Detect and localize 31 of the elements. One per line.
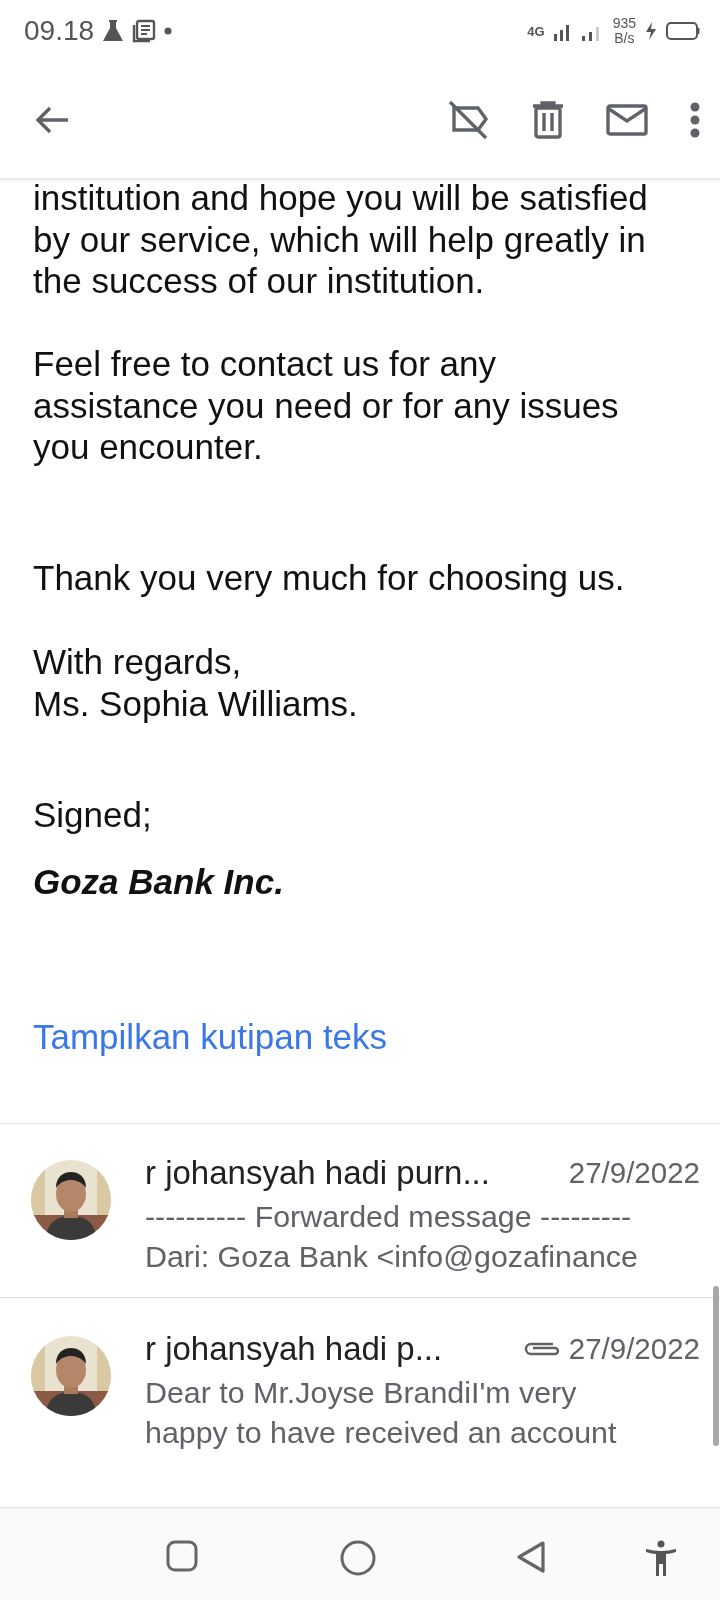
- sender-name: r johansyah hadi p...: [145, 1329, 444, 1368]
- body-text: Feel free to contact us for any assistance you need or for any issues you encounter.: [33, 343, 619, 468]
- body-text: With regards, Ms. Sophia Williams.: [33, 641, 358, 724]
- network-speed: 935: [612, 16, 636, 31]
- message-snippet: ---------- Forwarded message --------- Dari: Goza Bank <info@gozafinance: [145, 1197, 639, 1275]
- dot-icon: [164, 27, 173, 35]
- charging-icon: [644, 21, 658, 41]
- body-text: Thank you very much for choosing us.: [33, 556, 625, 598]
- back-icon[interactable]: [516, 1540, 548, 1574]
- body-text: Signed;: [33, 794, 152, 836]
- flask-icon: [102, 19, 125, 43]
- home-icon[interactable]: [340, 1540, 376, 1576]
- mail-icon[interactable]: [606, 104, 648, 136]
- message-date: 27/9/2022: [568, 1155, 700, 1190]
- sender-name: r johansyah hadi purn...: [145, 1153, 491, 1192]
- message-snippet: Dear to Mr.Joyse BrandiI'm very happy to have received an account: [145, 1373, 618, 1451]
- delete-icon[interactable]: [532, 101, 564, 139]
- battery-icon: [666, 22, 700, 40]
- network-type: 4G: [527, 24, 545, 38]
- label-off-icon[interactable]: [448, 100, 490, 140]
- news-icon: [132, 19, 157, 43]
- recents-icon[interactable]: [166, 1540, 198, 1572]
- show-quoted-text-link[interactable]: Tampilkan kutipan teks: [33, 1010, 388, 1063]
- body-text: institution and hope you will be satisfied by our service, which will help greatly in the success of our institution.: [33, 177, 648, 302]
- accessibility-icon[interactable]: [645, 1540, 677, 1576]
- more-icon[interactable]: [690, 102, 700, 138]
- message-date: 27/9/2022: [568, 1331, 700, 1366]
- status-time: 09.18: [24, 15, 95, 47]
- speed-unit: B/s: [614, 31, 635, 46]
- signature-text: Goza Bank Inc.: [33, 860, 284, 903]
- back-arrow-icon[interactable]: [34, 105, 70, 135]
